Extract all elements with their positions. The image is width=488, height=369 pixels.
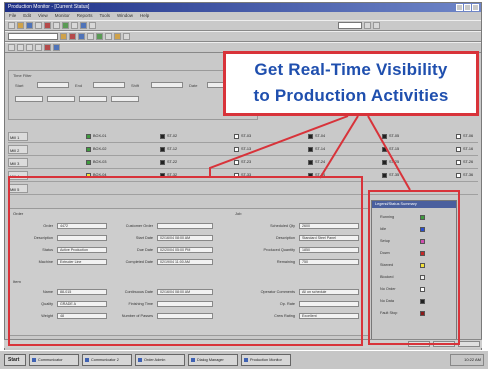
leader-line <box>367 115 411 191</box>
callout-line-2: to Production Activities <box>253 86 449 105</box>
callout-line-1: Get Real-Time Visibility <box>254 60 448 79</box>
callout-box: Get Real-Time Visibility to Production A… <box>223 51 479 116</box>
